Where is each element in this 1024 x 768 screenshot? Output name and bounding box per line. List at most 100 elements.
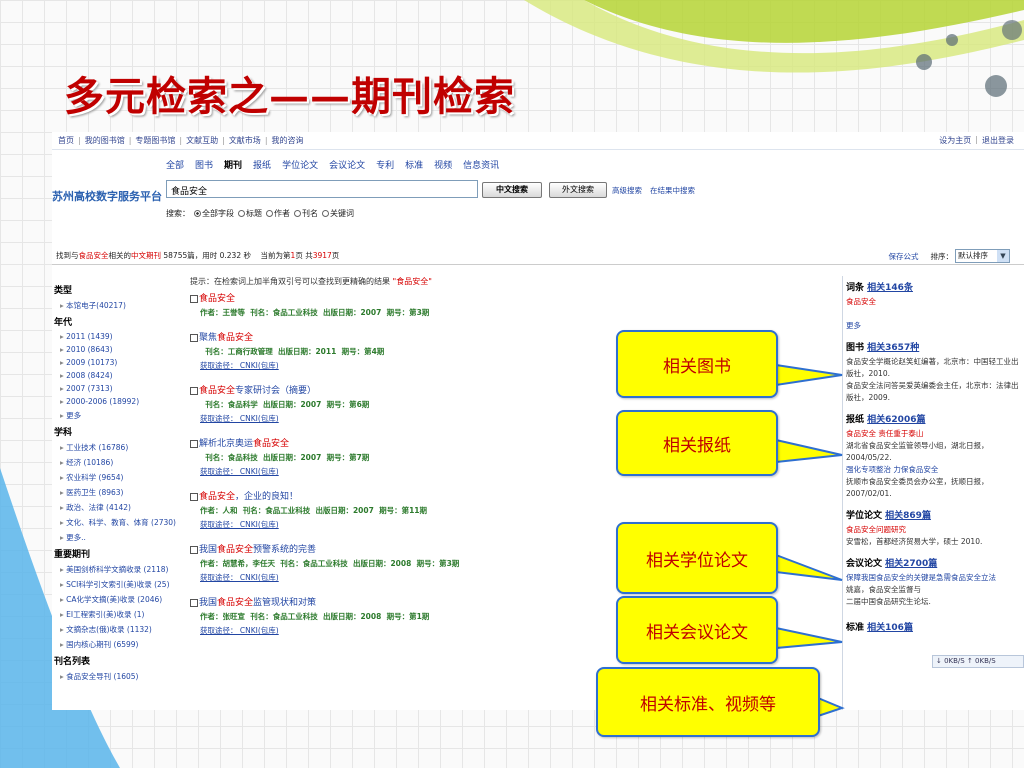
facet-item[interactable]: 2009 (10173) <box>60 358 186 367</box>
tab-standards[interactable]: 标准 <box>405 158 423 171</box>
tab-patents[interactable]: 专利 <box>376 158 394 171</box>
facet-item[interactable]: 国内核心期刊 (6599) <box>60 639 186 650</box>
facet-item[interactable]: 更多.. <box>60 532 186 543</box>
title-keyword: 食品安全 <box>217 333 254 343</box>
radio-journal[interactable] <box>294 210 301 217</box>
tab-info[interactable]: 信息资讯 <box>463 158 499 171</box>
tab-theses[interactable]: 学位论文 <box>282 158 318 171</box>
result-title[interactable]: 食品安全，企业的良知！ <box>190 489 710 502</box>
facet-item[interactable]: 2010 (8643) <box>60 345 186 354</box>
foreign-search-button[interactable]: 外文搜索 <box>549 182 607 198</box>
facet-item[interactable]: 文化、科学、教育、体育 (2730) <box>60 517 186 528</box>
facet-item[interactable]: 2000-2006 (18992) <box>60 397 186 406</box>
nav-doc-market[interactable]: 文献市场 <box>229 135 261 146</box>
facet-item[interactable]: CA化学文摘(美)收录 (2046) <box>60 594 186 605</box>
select-checkbox[interactable] <box>190 439 198 448</box>
chinese-search-button[interactable]: 中文搜索 <box>482 182 542 198</box>
book-item[interactable]: 食品安全法问答吴爱英编委会主任，北京市：法律出版社，2009. <box>846 380 1024 404</box>
entry-link[interactable]: 食品安全 <box>846 297 876 306</box>
newspaper-item[interactable]: 强化专项整治 力保食品安全 <box>846 465 938 474</box>
select-checkbox[interactable] <box>190 294 198 303</box>
meta-journal: 刊名：食品工业科技 <box>242 506 311 515</box>
facet-item[interactable]: 经济 (10186) <box>60 457 186 468</box>
meta-issue: 期号：第1期 <box>386 612 430 621</box>
nav-home[interactable]: 首页 <box>58 135 74 146</box>
radio-title[interactable] <box>238 210 245 217</box>
book-item[interactable]: 食品安全学概论赵笑虹编著，北京市：中国轻工业出版社，2010. <box>846 356 1024 380</box>
search-in-results-link[interactable]: 在结果中搜索 <box>650 185 695 196</box>
conference-item[interactable]: 保障我国食品安全的关键是急需食品安全立法 <box>846 573 996 582</box>
tab-books[interactable]: 图书 <box>195 158 213 171</box>
section-count-link[interactable]: 相关62006篇 <box>867 415 925 425</box>
radio-label: 关键词 <box>330 209 354 218</box>
search-hint: 提示：在检索词上加半角双引号可以查找到更精确的结果 "食品安全" <box>190 276 710 287</box>
facet-item[interactable]: 更多 <box>60 410 186 421</box>
result-title[interactable]: 食品安全 <box>190 291 710 304</box>
sort-controls: 保存公式 排序： 默认排序 ▼ <box>889 249 1010 263</box>
summary-text: 页 <box>331 251 340 260</box>
result-meta: 刊名：食品科学 出版日期：2007 期号：第6期 <box>200 399 710 410</box>
newspaper-item[interactable]: 食品安全 责任重于泰山 <box>846 429 923 438</box>
facet-item[interactable]: 2008 (8424) <box>60 371 186 380</box>
access-link[interactable]: 获取途径： CNKI(包库) <box>200 467 279 476</box>
section-count-link[interactable]: 相关146条 <box>867 283 913 293</box>
search-input[interactable]: 食品安全 <box>166 180 478 198</box>
facet-item[interactable]: 工业技术 (16786) <box>60 442 186 453</box>
nav-my-library[interactable]: 我的图书馆 <box>85 135 125 146</box>
select-checkbox[interactable] <box>190 598 198 607</box>
advanced-search-link[interactable]: 高级搜索 <box>612 185 642 196</box>
tab-videos[interactable]: 视频 <box>434 158 452 171</box>
facet-item[interactable]: 文摘杂志(俄)收录 (1132) <box>60 624 186 635</box>
section-count-link[interactable]: 相关2700篇 <box>885 559 937 569</box>
select-checkbox[interactable] <box>190 333 198 342</box>
access-link[interactable]: 获取途径： CNKI(包库) <box>200 361 279 370</box>
section-count-link[interactable]: 相关3657种 <box>867 343 919 353</box>
nav-special-library[interactable]: 专题图书馆 <box>135 135 175 146</box>
logout-link[interactable]: 退出登录 <box>982 135 1014 146</box>
save-formula-link[interactable]: 保存公式 <box>889 251 919 262</box>
radio-label: 标题 <box>246 209 262 218</box>
top-navigation: 首页 | 我的图书馆 | 专题图书馆 | 文献互助 | 文献市场 | 我的咨询 设为主页 |… <box>52 132 1024 150</box>
tab-all[interactable]: 全部 <box>166 158 184 171</box>
facet-heading: 类型 <box>54 286 73 296</box>
select-checkbox[interactable] <box>190 545 198 554</box>
facet-item[interactable]: 2011 (1439) <box>60 332 186 341</box>
radio-author[interactable] <box>266 210 273 217</box>
section-title: 报纸 <box>846 415 865 425</box>
facet-item[interactable]: 美国剑桥科学文摘收录 (2118) <box>60 564 186 575</box>
section-count-link[interactable]: 相关106篇 <box>867 623 913 633</box>
sort-select[interactable]: 默认排序 ▼ <box>955 249 1010 263</box>
facet-item[interactable]: 食品安全导刊 (1605) <box>60 671 186 682</box>
facet-item[interactable]: 政治、法律 (4142) <box>60 502 186 513</box>
radio-keyword[interactable] <box>322 210 329 217</box>
facet-item[interactable]: EI工程索引(美)收录 (1) <box>60 609 186 620</box>
thesis-item[interactable]: 食品安全问题研究 <box>846 525 906 534</box>
facet-item[interactable]: SCI科学引文索引(美)收录 (25) <box>60 579 186 590</box>
access-link[interactable]: 获取途径： CNKI(包库) <box>200 520 279 529</box>
section-title: 学位论文 <box>846 511 883 521</box>
more-link[interactable]: 更多 <box>846 321 861 330</box>
tab-conference[interactable]: 会议论文 <box>329 158 365 171</box>
radio-all-fields[interactable] <box>194 210 201 217</box>
tab-journals[interactable]: 期刊 <box>224 158 242 171</box>
facet-item[interactable]: 本馆电子(40217) <box>60 300 186 311</box>
nav-my-consult[interactable]: 我的咨询 <box>272 135 304 146</box>
facet-item[interactable]: 农业科学 (9654) <box>60 472 186 483</box>
select-checkbox[interactable] <box>190 386 198 395</box>
summary-count: 58755 <box>163 251 188 260</box>
select-checkbox[interactable] <box>190 492 198 501</box>
title-part: 我国 <box>199 598 218 608</box>
access-link[interactable]: 获取途径： CNKI(包库) <box>200 626 279 635</box>
facet-heading: 年代 <box>54 318 73 328</box>
access-link[interactable]: 获取途径： CNKI(包库) <box>200 414 279 423</box>
section-count-link[interactable]: 相关869篇 <box>885 511 931 521</box>
tab-newspapers[interactable]: 报纸 <box>253 158 271 171</box>
nav-doc-exchange[interactable]: 文献互助 <box>186 135 218 146</box>
facet-item[interactable]: 医药卫生 (8963) <box>60 487 186 498</box>
meta-author: 作者：胡慧希，李任天 <box>200 559 275 568</box>
set-homepage-link[interactable]: 设为主页 <box>939 135 971 146</box>
callout-related-books: 相关图书 <box>616 330 778 398</box>
access-link[interactable]: 获取途径： CNKI(包库) <box>200 573 279 582</box>
facet-item[interactable]: 2007 (7313) <box>60 384 186 393</box>
search-field-options: 搜索： 全部字段 标题 作者 刊名 关键词 <box>166 208 354 219</box>
